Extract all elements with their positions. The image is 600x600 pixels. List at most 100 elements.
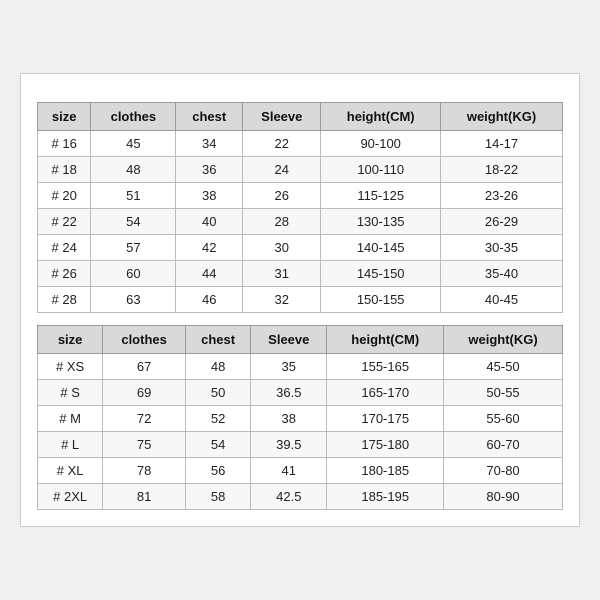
table2-header-cell: clothes <box>103 326 186 354</box>
size-table-2: sizeclotheschestSleeveheight(CM)weight(K… <box>37 325 563 510</box>
table-row: # 2XL815842.5185-19580-90 <box>38 484 563 510</box>
table-cell: 58 <box>185 484 250 510</box>
table-cell: # 26 <box>38 261 91 287</box>
table-cell: 145-150 <box>321 261 441 287</box>
table-row: # 18483624100-11018-22 <box>38 157 563 183</box>
table-cell: 72 <box>103 406 186 432</box>
table-cell: 170-175 <box>327 406 444 432</box>
table-cell: 55-60 <box>444 406 563 432</box>
table-cell: 32 <box>243 287 321 313</box>
table-row: # XL785641180-18570-80 <box>38 458 563 484</box>
table2-header-cell: weight(KG) <box>444 326 563 354</box>
table-row: # S695036.5165-17050-55 <box>38 380 563 406</box>
table2-header-cell: size <box>38 326 103 354</box>
table2-body: # XS674835155-16545-50# S695036.5165-170… <box>38 354 563 510</box>
table-cell: 14-17 <box>441 131 563 157</box>
table-cell: # M <box>38 406 103 432</box>
table2-header-row: sizeclotheschestSleeveheight(CM)weight(K… <box>38 326 563 354</box>
table-cell: 69 <box>103 380 186 406</box>
table-cell: 130-135 <box>321 209 441 235</box>
table-row: # 20513826115-12523-26 <box>38 183 563 209</box>
table-cell: 28 <box>243 209 321 235</box>
table-cell: 35-40 <box>441 261 563 287</box>
table-cell: 50-55 <box>444 380 563 406</box>
table-cell: 70-80 <box>444 458 563 484</box>
table-cell: 175-180 <box>327 432 444 458</box>
table-cell: 155-165 <box>327 354 444 380</box>
table-cell: # 2XL <box>38 484 103 510</box>
table-cell: 165-170 <box>327 380 444 406</box>
table-cell: 50 <box>185 380 250 406</box>
table-cell: 22 <box>243 131 321 157</box>
table-cell: # S <box>38 380 103 406</box>
table-cell: 90-100 <box>321 131 441 157</box>
table-cell: # 24 <box>38 235 91 261</box>
table-cell: 60-70 <box>444 432 563 458</box>
table-cell: 18-22 <box>441 157 563 183</box>
table1-body: # 1645342290-10014-17# 18483624100-11018… <box>38 131 563 313</box>
table-row: # L755439.5175-18060-70 <box>38 432 563 458</box>
table-cell: 42 <box>176 235 243 261</box>
table-cell: 75 <box>103 432 186 458</box>
table2-header-cell: height(CM) <box>327 326 444 354</box>
table-row: # 24574230140-14530-35 <box>38 235 563 261</box>
table-cell: 63 <box>91 287 176 313</box>
table1-header-cell: clothes <box>91 103 176 131</box>
table-cell: # 18 <box>38 157 91 183</box>
table-cell: 78 <box>103 458 186 484</box>
table-cell: # 20 <box>38 183 91 209</box>
table-cell: 56 <box>185 458 250 484</box>
table-cell: 52 <box>185 406 250 432</box>
table-cell: 46 <box>176 287 243 313</box>
table1-header-row: sizeclotheschestSleeveheight(CM)weight(K… <box>38 103 563 131</box>
table1-header-cell: height(CM) <box>321 103 441 131</box>
table-cell: 51 <box>91 183 176 209</box>
table2-header-cell: Sleeve <box>251 326 327 354</box>
size-table-1: sizeclotheschestSleeveheight(CM)weight(K… <box>37 102 563 313</box>
section-gap <box>37 313 563 325</box>
table-cell: 100-110 <box>321 157 441 183</box>
table-cell: # L <box>38 432 103 458</box>
table-cell: # 28 <box>38 287 91 313</box>
table-cell: 45 <box>91 131 176 157</box>
table-cell: 150-155 <box>321 287 441 313</box>
table-cell: 140-145 <box>321 235 441 261</box>
table-cell: 40-45 <box>441 287 563 313</box>
table1-header-cell: chest <box>176 103 243 131</box>
table-cell: 24 <box>243 157 321 183</box>
table-row: # 26604431145-15035-40 <box>38 261 563 287</box>
table-cell: 26 <box>243 183 321 209</box>
table-cell: 31 <box>243 261 321 287</box>
table-row: # 1645342290-10014-17 <box>38 131 563 157</box>
table2-header-cell: chest <box>185 326 250 354</box>
table-row: # M725238170-17555-60 <box>38 406 563 432</box>
table-cell: 30-35 <box>441 235 563 261</box>
table-cell: 54 <box>185 432 250 458</box>
table-cell: 42.5 <box>251 484 327 510</box>
table-cell: 81 <box>103 484 186 510</box>
table-cell: 115-125 <box>321 183 441 209</box>
table-cell: 180-185 <box>327 458 444 484</box>
table-cell: 185-195 <box>327 484 444 510</box>
table-row: # XS674835155-16545-50 <box>38 354 563 380</box>
table-cell: 40 <box>176 209 243 235</box>
table-cell: 67 <box>103 354 186 380</box>
table-cell: # XS <box>38 354 103 380</box>
table1-header-cell: Sleeve <box>243 103 321 131</box>
table-cell: 36.5 <box>251 380 327 406</box>
table-row: # 28634632150-15540-45 <box>38 287 563 313</box>
table-cell: 44 <box>176 261 243 287</box>
table-cell: 35 <box>251 354 327 380</box>
table-cell: 48 <box>185 354 250 380</box>
table-cell: # 16 <box>38 131 91 157</box>
size-chart-card: sizeclotheschestSleeveheight(CM)weight(K… <box>20 73 580 527</box>
table-cell: 45-50 <box>444 354 563 380</box>
table-cell: 38 <box>251 406 327 432</box>
table-cell: 38 <box>176 183 243 209</box>
table-cell: 80-90 <box>444 484 563 510</box>
table-row: # 22544028130-13526-29 <box>38 209 563 235</box>
table-cell: 48 <box>91 157 176 183</box>
table-cell: 57 <box>91 235 176 261</box>
table-cell: 23-26 <box>441 183 563 209</box>
table-cell: 39.5 <box>251 432 327 458</box>
